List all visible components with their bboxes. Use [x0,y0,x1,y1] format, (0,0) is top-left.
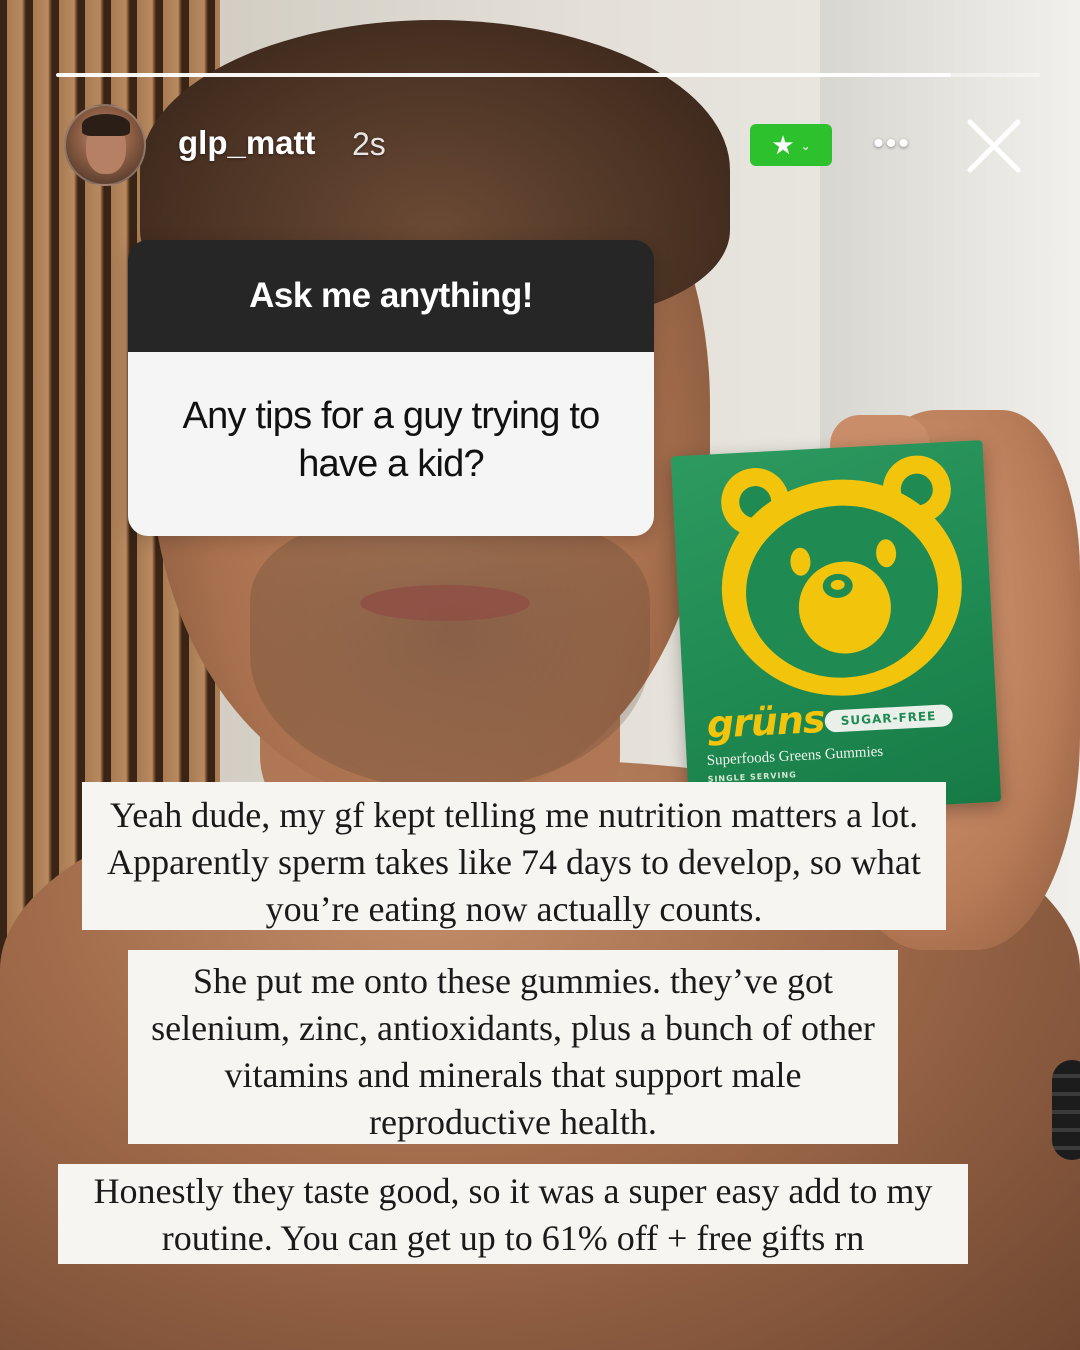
avatar[interactable] [64,104,146,186]
question-sticker[interactable]: Ask me anything! Any tips for a guy tryi… [128,240,654,536]
story-progress-bar [56,73,1040,77]
question-sticker-header: Ask me anything! [128,240,654,352]
caption-text-1: Yeah dude, my gf kept telling me nutriti… [82,782,946,930]
caption-text-2: She put me onto these gummies. they’ve g… [128,950,898,1144]
close-button[interactable] [962,114,1026,178]
more-options-button[interactable]: ••• [868,124,916,164]
person-mouth [360,585,530,621]
close-friends-button[interactable]: ★ ⌄ [750,124,832,166]
product-badge: SUGAR-FREE [824,704,953,733]
close-icon [967,119,1021,173]
username[interactable]: glp_matt [178,124,316,162]
story-progress-fill [56,73,952,77]
question-sticker-title: Ask me anything! [249,276,533,315]
product-subtitle: Superfoods Greens Gummies [706,743,884,769]
product-pouch: grüns SUGAR-FREE Superfoods Greens Gummi… [670,440,1002,818]
question-sticker-body: Any tips for a guy trying to have a kid? [128,352,654,536]
avatar-hair [82,114,130,136]
person-beard [250,520,650,790]
question-text: Any tips for a guy trying to have a kid? [182,395,601,485]
time-ago: 2s [352,126,386,162]
more-horizontal-icon: ••• [873,127,911,160]
caption-text-3: Honestly they taste good, so it was a su… [58,1164,968,1264]
bear-logo-icon [721,455,962,696]
bead-bracelet [1052,1060,1080,1160]
story-view[interactable]: grüns SUGAR-FREE Superfoods Greens Gummi… [0,0,1080,1350]
chevron-down-icon: ⌄ [800,139,811,153]
product-brand: grüns [705,696,826,747]
star-icon: ★ [771,130,795,160]
